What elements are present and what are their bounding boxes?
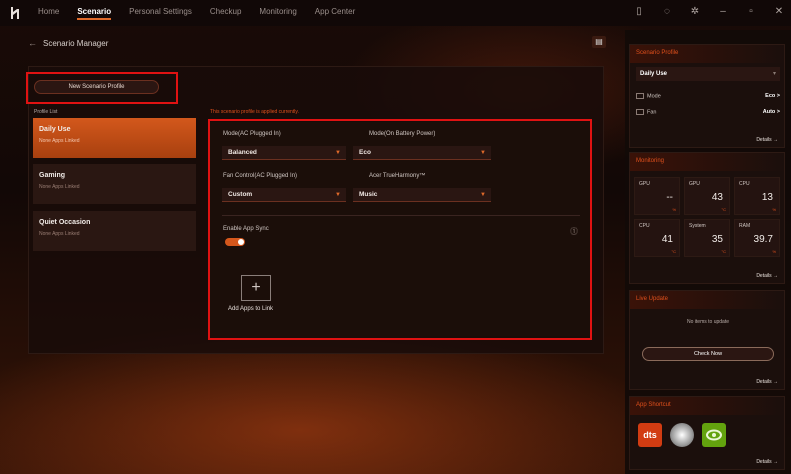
profile-sub: None Apps Linked: [39, 138, 80, 144]
monitor-value: 41: [661, 234, 673, 245]
monitor-unit: %: [672, 207, 676, 212]
monitor-unit: °C: [721, 249, 727, 254]
back-arrow-icon[interactable]: ←: [28, 38, 37, 48]
monitor-unit: °C: [721, 207, 727, 212]
card-title: Scenario Profile: [630, 45, 784, 63]
monitor-cell: System 35 °C: [684, 219, 730, 257]
monitor-label: System: [689, 223, 706, 229]
dts-app-icon[interactable]: dts: [638, 423, 662, 447]
card-title: Monitoring: [630, 153, 784, 171]
fan-value: Auto >: [762, 109, 780, 115]
profile-item-quiet-occasion[interactable]: Quiet Occasion None Apps Linked: [33, 211, 196, 251]
monitor-value: 39.7: [753, 234, 773, 245]
applied-notice: This scenario profile is applied current…: [210, 109, 299, 115]
monitor-label: GPU: [689, 181, 700, 187]
tab-monitoring[interactable]: Monitoring: [259, 7, 296, 20]
monitor-cell: GPU 43 °C: [684, 177, 730, 215]
tab-scenario[interactable]: Scenario: [77, 7, 112, 20]
scenario-profile-select[interactable]: Daily Use ▾: [636, 67, 780, 81]
live-update-message: No items to update: [687, 319, 729, 325]
highlight-box-settings: [208, 119, 592, 340]
profile-sub: None Apps Linked: [39, 231, 80, 237]
predator-logo-icon: [0, 6, 30, 20]
monitor-label: CPU: [739, 181, 750, 187]
tab-app-center[interactable]: App Center: [315, 7, 355, 20]
live-update-card: Live Update No items to update Check Now…: [629, 290, 785, 390]
chevron-down-icon: ▾: [772, 71, 776, 77]
profile-name: Quiet Occasion: [39, 219, 91, 226]
minimize-icon[interactable]: –: [717, 6, 729, 18]
mode-value: Eco >: [765, 93, 780, 99]
monitor-value: --: [666, 192, 673, 203]
monitor-label: RAM: [739, 223, 751, 229]
details-link[interactable]: Details →: [756, 273, 778, 279]
headset-icon[interactable]: ◌: [661, 6, 673, 18]
close-icon[interactable]: ✕: [773, 6, 785, 18]
mode-row[interactable]: Mode Eco >: [636, 93, 780, 99]
monitor-value: 43: [711, 192, 723, 203]
details-link[interactable]: Details →: [756, 137, 778, 143]
tab-personal-settings[interactable]: Personal Settings: [129, 7, 192, 20]
monitor-cell: CPU 41 °C: [634, 219, 680, 257]
highlight-box-new-profile: [26, 72, 178, 104]
card-title: App Shortcut: [630, 397, 784, 415]
page-title: Scenario Manager: [43, 38, 109, 48]
monitor-label: GPU: [639, 181, 650, 187]
monitor-cell: RAM 39.7 %: [734, 219, 780, 257]
breadcrumb: ← Scenario Manager: [28, 38, 108, 48]
monitor-unit: %: [772, 207, 776, 212]
monitor-cell: CPU 13 %: [734, 177, 780, 215]
fan-row[interactable]: Fan Auto >: [636, 109, 780, 115]
monitor-value: 35: [711, 234, 723, 245]
profile-name: Gaming: [39, 172, 66, 179]
selected-profile: Daily Use: [640, 71, 668, 77]
app-shortcut-card: App Shortcut dts Details →: [629, 396, 785, 470]
monitor-cell: GPU -- %: [634, 177, 680, 215]
disc-app-icon[interactable]: [670, 423, 694, 447]
nvidia-app-icon[interactable]: [702, 423, 726, 447]
fan-icon: [636, 109, 644, 115]
profile-item-daily-use[interactable]: Daily Use None Apps Linked: [33, 118, 196, 158]
fan-label: Fan: [647, 109, 657, 116]
scenario-profile-card: Scenario Profile Daily Use ▾ Mode Eco > …: [629, 44, 785, 148]
profile-item-gaming[interactable]: Gaming None Apps Linked: [33, 164, 196, 204]
tab-checkup[interactable]: Checkup: [210, 7, 242, 20]
check-now-button[interactable]: Check Now: [642, 347, 774, 361]
monitor-label: CPU: [639, 223, 650, 229]
monitor-value: 13: [761, 192, 773, 203]
monitor-unit: %: [772, 249, 776, 254]
sidebar-toggle-icon[interactable]: ▤: [592, 36, 606, 48]
monitor-unit: °C: [671, 249, 677, 254]
profile-sub: None Apps Linked: [39, 184, 80, 190]
maximize-icon[interactable]: ▫: [745, 6, 757, 18]
top-nav-bar: Home Scenario Personal Settings Checkup …: [0, 0, 791, 26]
profile-name: Daily Use: [39, 126, 71, 133]
settings-gear-icon[interactable]: ✲: [689, 6, 701, 18]
profile-list-label: Profile List: [34, 109, 58, 115]
notification-icon[interactable]: ▯: [633, 6, 645, 18]
mode-icon: [636, 93, 644, 99]
details-link[interactable]: Details →: [756, 379, 778, 385]
mode-label: Mode: [647, 93, 661, 100]
tab-home[interactable]: Home: [38, 7, 59, 20]
monitoring-card: Monitoring GPU -- % GPU 43 °C CPU 13 % C…: [629, 152, 785, 284]
card-title: Live Update: [630, 291, 784, 309]
details-link[interactable]: Details →: [756, 459, 778, 465]
